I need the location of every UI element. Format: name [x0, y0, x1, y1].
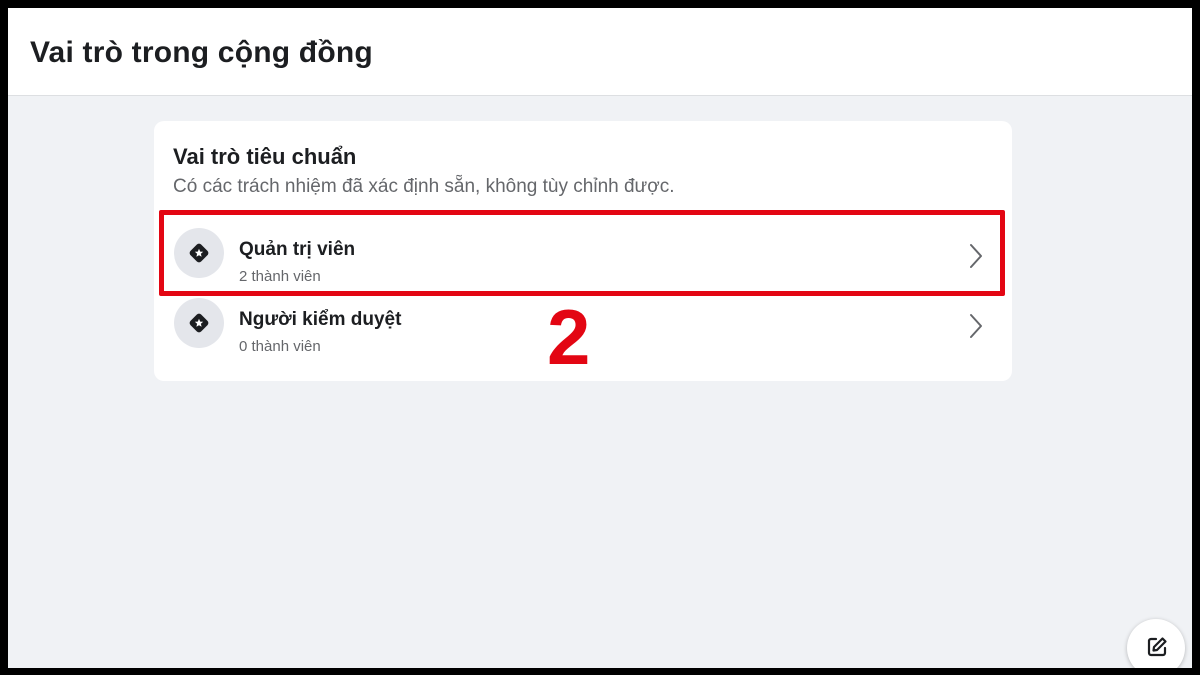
annotation-step-number: 2: [547, 293, 591, 381]
page-header: Vai trò trong cộng đồng: [8, 8, 1192, 96]
page-title: Vai trò trong cộng đồng: [30, 36, 373, 69]
role-row-admin[interactable]: Quản trị viên 2 thành viên: [160, 218, 1006, 288]
role-name: Người kiểm duyệt: [239, 309, 402, 330]
app-frame: Vai trò trong cộng đồng Vai trò tiêu chu…: [8, 8, 1192, 668]
card-subtitle: Có các trách nhiệm đã xác định sẵn, khôn…: [173, 176, 675, 197]
compose-icon: [1147, 637, 1167, 657]
role-member-count: 2 thành viên: [239, 268, 321, 285]
admin-star-diamond-icon: [174, 228, 224, 278]
card-title: Vai trò tiêu chuẩn: [173, 144, 357, 169]
chevron-right-icon: [970, 244, 982, 268]
role-name: Quản trị viên: [239, 239, 356, 260]
compose-button[interactable]: [1127, 619, 1185, 668]
moderator-star-diamond-icon: [174, 298, 224, 348]
chevron-right-icon: [970, 314, 982, 338]
role-member-count: 0 thành viên: [239, 338, 321, 355]
